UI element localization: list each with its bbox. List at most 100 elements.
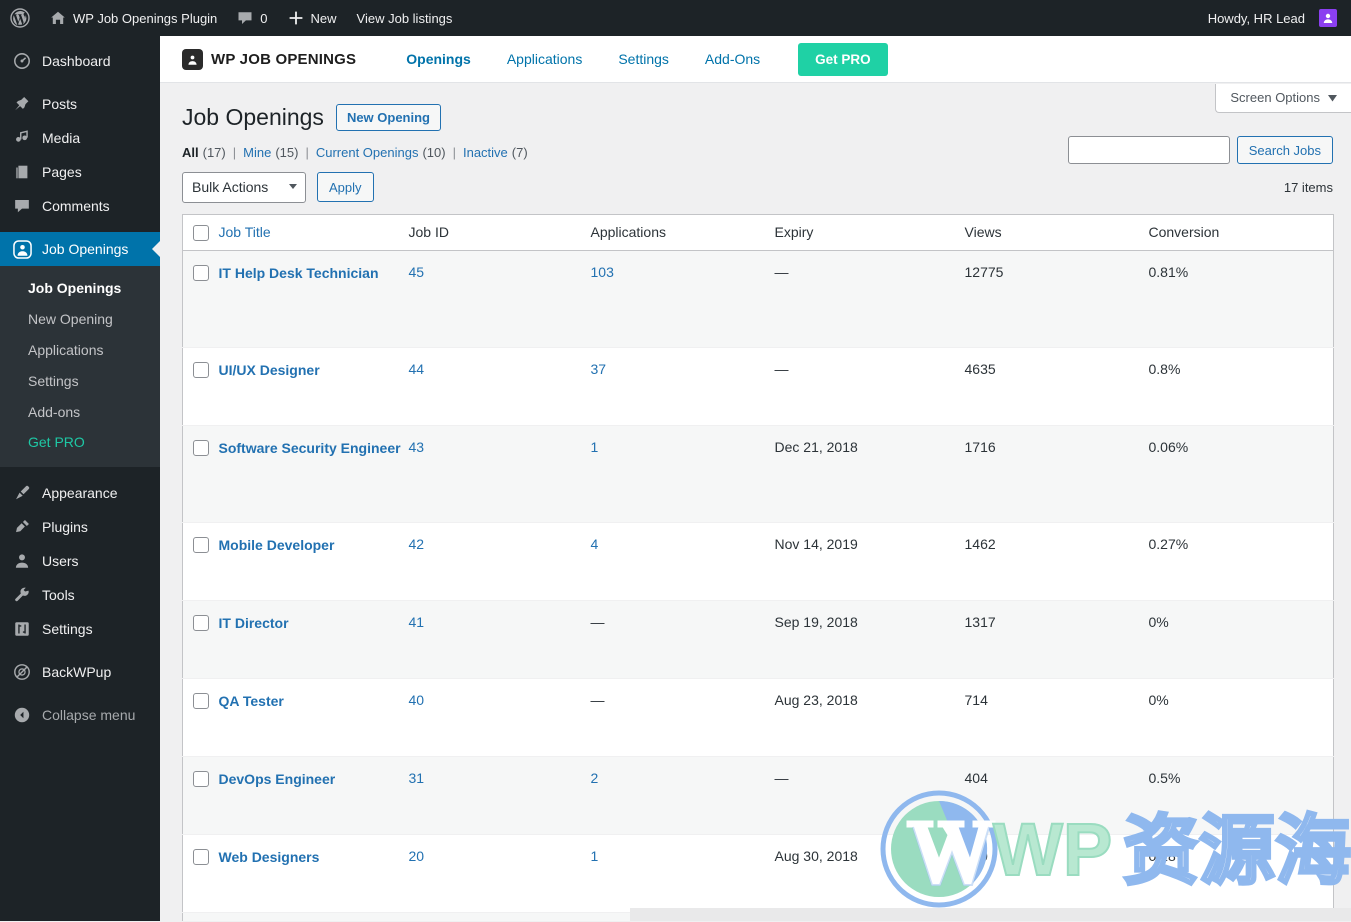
view-filter-mine[interactable]: Mine — [243, 145, 271, 160]
sidebar-subitem-get-pro[interactable]: Get PRO — [0, 427, 160, 458]
sidebar-item-label: Dashboard — [42, 53, 111, 69]
applications-link[interactable]: 1 — [591, 439, 599, 455]
plugin-nav-applications[interactable]: Applications — [507, 51, 583, 67]
row-title-cell: DevOps Engineer — [218, 755, 409, 835]
row-checkbox[interactable] — [193, 361, 209, 378]
row-job-id-cell: 45 — [408, 249, 591, 348]
adminbar-wp-logo[interactable] — [0, 0, 40, 36]
comment-bubble-icon — [12, 196, 32, 216]
applications-link[interactable]: 103 — [591, 264, 614, 280]
plugin-brand[interactable]: WP JOB OPENINGS — [182, 48, 356, 70]
row-checkbox[interactable] — [193, 264, 209, 281]
row-checkbox[interactable] — [193, 614, 209, 631]
job-id-link[interactable]: 42 — [409, 536, 425, 552]
plugin-nav-add-ons[interactable]: Add-Ons — [705, 51, 760, 67]
adminbar-site-name[interactable]: WP Job Openings Plugin — [40, 0, 227, 36]
sidebar-subitem-new-opening[interactable]: New Opening — [0, 304, 160, 335]
view-filter-current-openings[interactable]: Current Openings — [316, 145, 419, 160]
job-id-link[interactable]: 44 — [409, 361, 425, 377]
sidebar-item-appearance[interactable]: Appearance — [0, 476, 160, 510]
plugin-nav-openings[interactable]: Openings — [406, 51, 471, 67]
paintbrush-icon — [12, 483, 32, 503]
sidebar-item-label: Job Openings — [42, 241, 129, 257]
job-title-link[interactable]: IT Help Desk Technician — [219, 264, 379, 283]
sidebar-item-collapse-menu[interactable]: Collapse menu — [0, 698, 160, 732]
column-header-views: Views — [964, 214, 1149, 251]
job-id-link[interactable]: 45 — [409, 264, 425, 280]
sidebar-subitem-applications[interactable]: Applications — [0, 335, 160, 366]
views-value: 1317 — [964, 613, 996, 630]
row-expiry-cell: Dec 21, 2018 — [774, 424, 965, 523]
row-select-cell — [182, 249, 219, 348]
sidebar-item-media[interactable]: Media — [0, 121, 160, 155]
job-id-link[interactable]: 41 — [409, 614, 425, 630]
sidebar-item-job-openings[interactable]: Job Openings — [0, 232, 160, 266]
applications-link[interactable]: 2 — [591, 770, 599, 786]
sidebar-item-pages[interactable]: Pages — [0, 155, 160, 189]
applications-link[interactable]: 4 — [591, 536, 599, 552]
row-views-cell: 404 — [964, 755, 1149, 835]
job-title-link[interactable]: Software Security Engineer — [219, 439, 401, 458]
job-title-link[interactable]: IT Director — [219, 614, 289, 633]
adminbar-view-job-listings[interactable]: View Job listings — [347, 0, 463, 36]
collapse-arrow-icon — [12, 705, 32, 725]
job-title-link[interactable]: QA Tester — [219, 692, 284, 711]
plugin-nav-settings[interactable]: Settings — [618, 51, 669, 67]
chevron-down-icon — [289, 184, 297, 190]
job-title-link[interactable]: DevOps Engineer — [219, 770, 336, 789]
row-checkbox[interactable] — [193, 536, 209, 553]
job-id-link[interactable]: 20 — [409, 848, 425, 864]
sidebar-subitem-add-ons[interactable]: Add-ons — [0, 397, 160, 428]
sidebar-item-plugins[interactable]: Plugins — [0, 510, 160, 544]
select-all-checkbox[interactable] — [193, 224, 209, 241]
plugin-header-bar: WP JOB OPENINGS Openings Applications Se… — [160, 36, 1351, 83]
column-header-job-title-label[interactable]: Job Title — [219, 224, 271, 240]
job-id-link[interactable]: 43 — [409, 439, 425, 455]
job-id-link[interactable]: 31 — [409, 770, 425, 786]
search-jobs-button[interactable]: Search Jobs — [1236, 136, 1333, 164]
sidebar-item-users[interactable]: Users — [0, 544, 160, 578]
adminbar-new-content[interactable]: New — [278, 0, 347, 36]
conversion-value: 0.81% — [1148, 263, 1189, 280]
sidebar-subitem-settings[interactable]: Settings — [0, 366, 160, 397]
adminbar-my-account[interactable]: Howdy, HR Lead — [1198, 0, 1351, 36]
sidebar-item-tools[interactable]: Tools — [0, 578, 160, 612]
column-header-job-title[interactable]: Job Title — [218, 214, 409, 251]
job-title-link[interactable]: Web Designers — [219, 848, 320, 867]
applications-link[interactable]: 37 — [591, 361, 607, 377]
row-select-cell — [182, 677, 219, 757]
job-title-link[interactable]: Mobile Developer — [219, 536, 335, 555]
row-select-cell — [182, 521, 219, 601]
job-openings-mark-icon — [182, 48, 203, 70]
select-all-header — [182, 214, 219, 251]
applications-link[interactable]: 1 — [591, 848, 599, 864]
row-checkbox[interactable] — [193, 770, 209, 787]
search-input[interactable] — [1067, 136, 1230, 164]
row-expiry-cell: — — [774, 755, 965, 835]
row-checkbox[interactable] — [193, 439, 209, 456]
plugin-nav: Openings Applications Settings Add-Ons — [406, 51, 760, 67]
sidebar-item-dashboard[interactable]: Dashboard — [0, 44, 160, 78]
sidebar-item-backwpup[interactable]: BackWPup — [0, 655, 160, 689]
adminbar-view-listings-label: View Job listings — [356, 10, 453, 26]
table-nav-top: Bulk Actions Apply 17 items — [182, 171, 1333, 203]
sidebar-item-settings[interactable]: Settings — [0, 612, 160, 646]
view-filter-inactive[interactable]: Inactive — [463, 145, 508, 160]
row-checkbox[interactable] — [193, 692, 209, 709]
new-opening-button[interactable]: New Opening — [335, 104, 441, 132]
row-applications-cell: 2 — [590, 755, 775, 835]
sidebar-divider — [0, 223, 160, 232]
adminbar-comments[interactable]: 0 — [227, 0, 277, 36]
sidebar-item-label: Pages — [42, 164, 82, 180]
bulk-actions-select[interactable]: Bulk Actions — [182, 171, 306, 203]
sidebar-item-comments[interactable]: Comments — [0, 189, 160, 223]
apply-button[interactable]: Apply — [317, 172, 374, 203]
row-checkbox[interactable] — [193, 848, 209, 865]
job-title-link[interactable]: UI/UX Designer — [219, 361, 320, 380]
job-id-link[interactable]: 40 — [409, 692, 425, 708]
view-filter-all[interactable]: All — [182, 145, 199, 160]
get-pro-button[interactable]: Get PRO — [798, 42, 888, 76]
sidebar-subitem-job-openings[interactable]: Job Openings — [0, 273, 160, 304]
sidebar-item-posts[interactable]: Posts — [0, 87, 160, 121]
horizontal-scrollbar[interactable] — [630, 908, 1351, 921]
